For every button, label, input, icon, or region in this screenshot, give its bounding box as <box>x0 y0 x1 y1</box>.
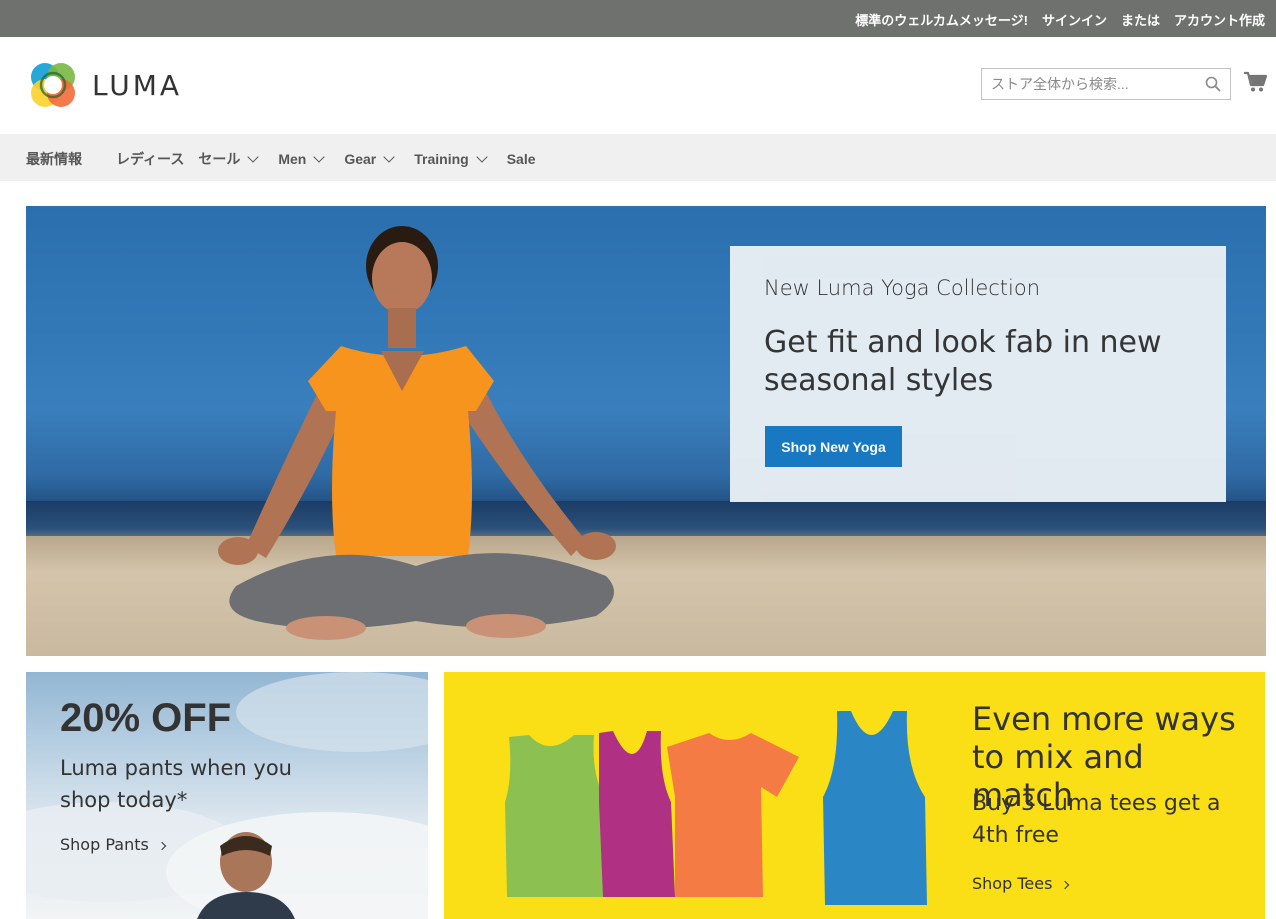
logo-text: LUMA <box>92 68 183 102</box>
nav-item-sale[interactable]: Sale <box>507 149 536 169</box>
nav-item-women[interactable]: レディース <box>116 149 184 169</box>
chevron-down-icon <box>383 150 395 163</box>
promo-pants-title: 20% OFF <box>60 696 232 740</box>
nav-item-label: Men <box>278 151 307 167</box>
welcome-message: 標準のウェルカムメッセージ! <box>855 13 1028 28</box>
cart-icon[interactable] <box>1243 71 1267 93</box>
shop-pants-label: Shop Pants <box>60 835 149 854</box>
search-box <box>981 68 1231 100</box>
nav-item-label: Gear <box>344 151 377 167</box>
search-icon[interactable] <box>1205 76 1221 92</box>
shop-pants-link[interactable]: Shop Pants <box>60 835 167 854</box>
promo-tees-banner[interactable]: Even more ways to mix and match Buy 3 Lu… <box>444 672 1265 919</box>
chevron-down-icon <box>313 150 325 163</box>
top-bar: 標準のウェルカムメッセージ! サインイン または アカウント作成 <box>0 0 1276 37</box>
yoga-woman-image <box>218 226 616 640</box>
nav-item-label: セール <box>198 151 241 167</box>
nav-item-label: 最新情報 <box>26 151 82 167</box>
chevron-down-icon <box>476 150 488 163</box>
or-text: または <box>1120 13 1160 28</box>
promo-tees-text: Buy 3 Luma tees get a 4th free <box>972 791 1221 848</box>
chevron-down-icon <box>247 150 259 163</box>
nav-item-label: Sale <box>506 151 536 167</box>
hero-subtitle: New Luma Yoga Collection <box>764 276 1041 300</box>
chevron-right-icon <box>1061 880 1070 890</box>
promo-pants-text: Luma pants when you shop today* <box>60 756 292 812</box>
nav-item-sale-jp[interactable]: セール <box>198 149 259 169</box>
create-account-link[interactable]: アカウント作成 <box>1174 10 1265 29</box>
chevron-right-icon <box>157 841 167 851</box>
main-navigation: 最新情報 レディース セール Men Gear Training Sale <box>0 134 1276 181</box>
shop-tees-label: Shop Tees <box>972 874 1053 893</box>
promo-pants-banner[interactable]: 20% OFF Luma pants when you shop today* … <box>26 672 428 919</box>
nav-item-label: Training <box>414 151 469 167</box>
hero-banner[interactable]: New Luma Yoga Collection Get fit and loo… <box>26 206 1266 656</box>
hero-headline: Get fit and look fab in new seasonal sty… <box>764 325 1162 398</box>
sign-in-link[interactable]: サインイン <box>1042 10 1107 29</box>
nav-item-training[interactable]: Training <box>414 149 488 169</box>
nav-item-label: レディース <box>116 151 185 167</box>
hero-callout: New Luma Yoga Collection Get fit and loo… <box>730 246 1226 502</box>
nav-item-men[interactable]: Men <box>278 149 325 169</box>
tees-image <box>505 711 927 905</box>
shop-new-yoga-button[interactable]: Shop New Yoga <box>765 426 902 467</box>
shop-tees-link[interactable]: Shop Tees <box>972 874 1070 893</box>
logo[interactable]: LUMA <box>27 59 182 111</box>
nav-item-whats-new[interactable]: 最新情報 <box>26 149 82 169</box>
header: LUMA <box>0 37 1276 134</box>
search-input[interactable] <box>982 69 1197 99</box>
man-image <box>197 832 295 919</box>
luma-logo-icon <box>31 63 75 107</box>
nav-item-gear[interactable]: Gear <box>344 149 395 169</box>
